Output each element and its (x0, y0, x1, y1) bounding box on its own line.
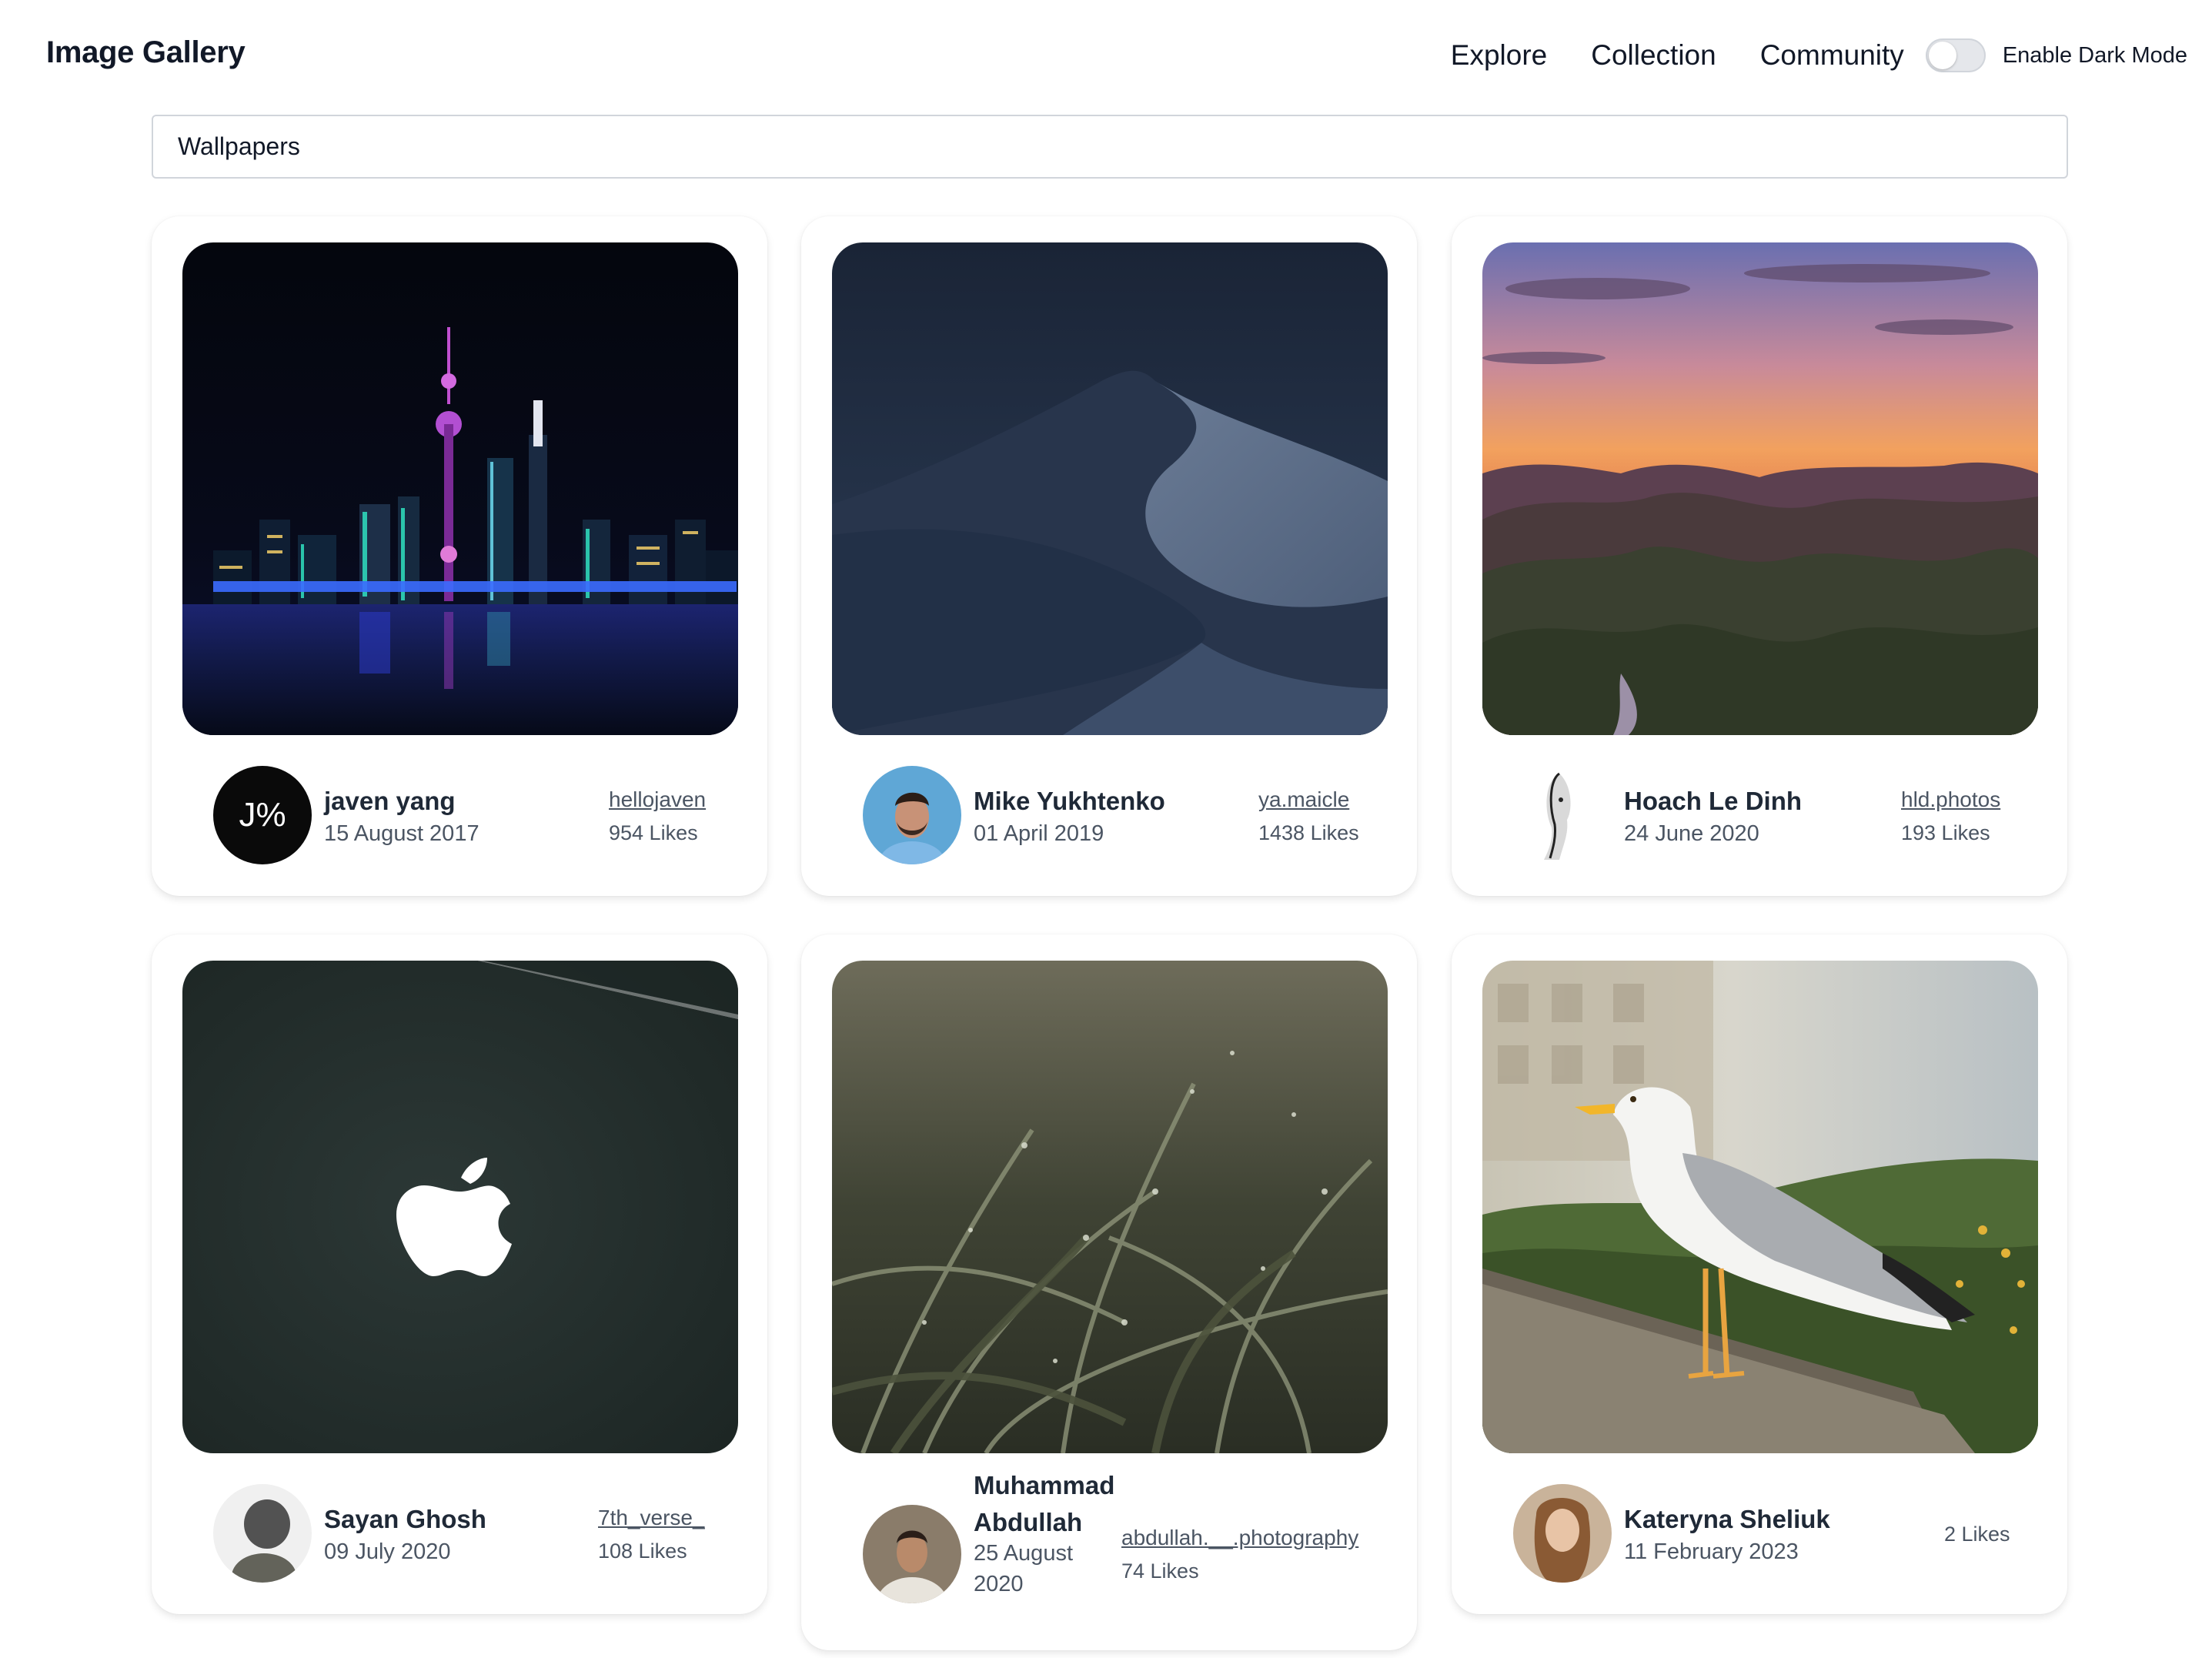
toggle-knob (1928, 42, 1956, 69)
nav-community-link[interactable]: Community (1760, 32, 1904, 79)
top-navigation-bar: Image Gallery Explore Collection Communi… (0, 0, 2212, 114)
young-man-avatar[interactable] (863, 1505, 961, 1603)
author-handle-link[interactable]: 7th_verse_ (598, 1506, 705, 1530)
post-date-line2: 2020 (974, 1572, 1024, 1596)
image-card[interactable]: J% javen yang 15 August 2017 hellojaven … (152, 216, 767, 896)
author-name[interactable]: Sayan Ghosh (324, 1501, 486, 1538)
author-name[interactable]: javen yang (324, 783, 456, 820)
author-handle-link[interactable]: hld.photos (1901, 787, 2000, 812)
post-date: 25 August 2020 (974, 1538, 1073, 1600)
post-date: 15 August 2017 (324, 821, 479, 846)
sunset-islands-photo[interactable] (1482, 242, 2038, 735)
author-handle-link[interactable]: hellojaven (609, 787, 706, 812)
author-name-line2: Abdullah (974, 1508, 1083, 1536)
post-date: 11 February 2023 (1624, 1539, 1799, 1564)
image-card[interactable]: Muhammad Abdullah 25 August 2020 abdulla… (801, 934, 1417, 1650)
author-name[interactable]: Kateryna Sheliuk (1624, 1501, 1830, 1538)
seagull-photo[interactable] (1482, 961, 2038, 1453)
author-handle-link[interactable]: ya.maicle (1258, 787, 1349, 812)
author-handle-link[interactable]: abdullah.__.photography (1121, 1526, 1358, 1550)
author-name[interactable]: Mike Yukhtenko (974, 783, 1165, 820)
post-date: 24 June 2020 (1624, 821, 1759, 846)
apple-logo-laptop-photo[interactable] (182, 961, 738, 1453)
author-name[interactable]: Hoach Le Dinh (1624, 783, 1802, 820)
author-name[interactable]: Muhammad Abdullah (974, 1467, 1114, 1541)
likes-count: 954 Likes (609, 821, 698, 844)
j-percent-logo-avatar[interactable]: J% (213, 766, 312, 864)
city-skyline-night-photo[interactable] (182, 242, 738, 735)
image-card[interactable]: Mike Yukhtenko 01 April 2019 ya.maicle 1… (801, 216, 1417, 896)
likes-count: 74 Likes (1121, 1559, 1199, 1583)
desert-dune-photo[interactable] (832, 242, 1388, 735)
likes-count: 108 Likes (598, 1539, 687, 1563)
nav-explore-link[interactable]: Explore (1451, 32, 1547, 79)
wet-grass-photo[interactable] (832, 961, 1388, 1453)
blurred-person-avatar[interactable] (213, 1484, 312, 1583)
dark-mode-label: Enable Dark Mode (2002, 42, 2187, 68)
author-name-line1: Muhammad (974, 1471, 1115, 1499)
likes-count: 2 Likes (1944, 1523, 2010, 1546)
nav-collection-link[interactable]: Collection (1591, 32, 1716, 79)
nav-menu: Explore Collection Community Enable Dark… (1451, 32, 2187, 79)
bearded-man-avatar[interactable] (863, 766, 961, 864)
likes-count: 193 Likes (1901, 821, 1990, 844)
face-sketch-avatar[interactable] (1513, 766, 1612, 864)
image-card[interactable]: Kateryna Sheliuk 11 February 2023 2 Like… (1452, 934, 2067, 1614)
likes-count: 1438 Likes (1258, 821, 1359, 844)
post-date: 09 July 2020 (324, 1539, 451, 1564)
avatar-initials: J% (239, 796, 286, 834)
post-date: 01 April 2019 (974, 821, 1104, 846)
woman-portrait-avatar[interactable] (1513, 1484, 1612, 1583)
image-card[interactable]: Sayan Ghosh 09 July 2020 7th_verse_ 108 … (152, 934, 767, 1614)
post-date-line1: 25 August (974, 1541, 1073, 1566)
site-title[interactable]: Image Gallery (46, 35, 246, 70)
search-input[interactable] (152, 115, 2068, 179)
image-card[interactable]: Hoach Le Dinh 24 June 2020 hld.photos 19… (1452, 216, 2067, 896)
dark-mode-toggle[interactable] (1925, 38, 1986, 72)
